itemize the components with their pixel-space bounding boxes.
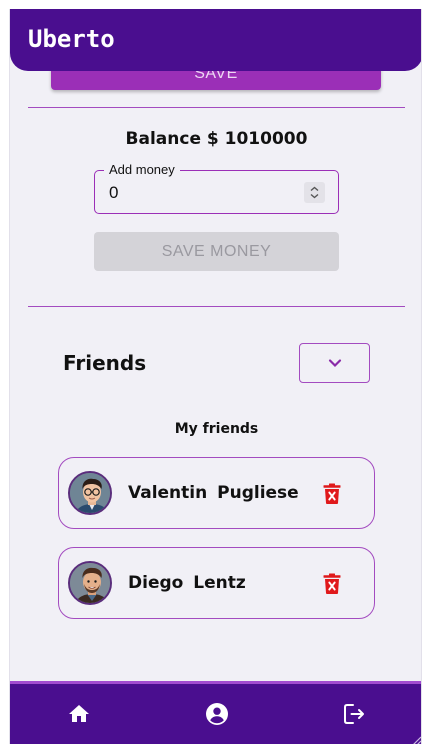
add-money-input[interactable]: 0	[109, 183, 118, 203]
friend-name: Diego Lentz	[128, 573, 246, 593]
my-friends-heading: My friends	[174, 421, 259, 437]
balance-text: Balance $ 1010000	[125, 129, 308, 149]
friends-dropdown-button[interactable]	[299, 343, 370, 383]
friend-name: Valentin Pugliese	[128, 483, 299, 503]
friend-card: Diego Lentz	[58, 547, 375, 619]
home-icon[interactable]	[66, 701, 92, 727]
chevron-down-icon	[328, 359, 341, 368]
add-money-label: Add money	[104, 163, 180, 177]
delete-icon[interactable]	[323, 573, 341, 594]
friend-card: Valentin Pugliese	[58, 457, 375, 529]
app-header: Uberto	[10, 9, 421, 71]
avatar-smiling-man-icon	[68, 561, 112, 605]
number-stepper-icon[interactable]	[304, 182, 325, 203]
save-money-button[interactable]: SAVE MONEY	[94, 232, 339, 271]
add-money-field[interactable]: Add money 0	[94, 163, 339, 214]
profile-content: SAVE Balance $ 1010000 Add money 0 SAVE …	[10, 9, 421, 744]
app-title: Uberto	[28, 25, 115, 53]
account-circle-icon[interactable]	[204, 701, 230, 727]
app-frame: SAVE Balance $ 1010000 Add money 0 SAVE …	[9, 9, 422, 744]
friends-heading: Friends	[63, 351, 147, 375]
divider	[28, 306, 405, 307]
logout-icon[interactable]	[341, 701, 367, 727]
avatar-glasses-man-icon	[68, 471, 112, 515]
delete-icon[interactable]	[323, 483, 341, 504]
bottom-navigation	[10, 681, 421, 744]
divider	[28, 107, 405, 108]
resize-grip-icon[interactable]	[410, 731, 421, 744]
